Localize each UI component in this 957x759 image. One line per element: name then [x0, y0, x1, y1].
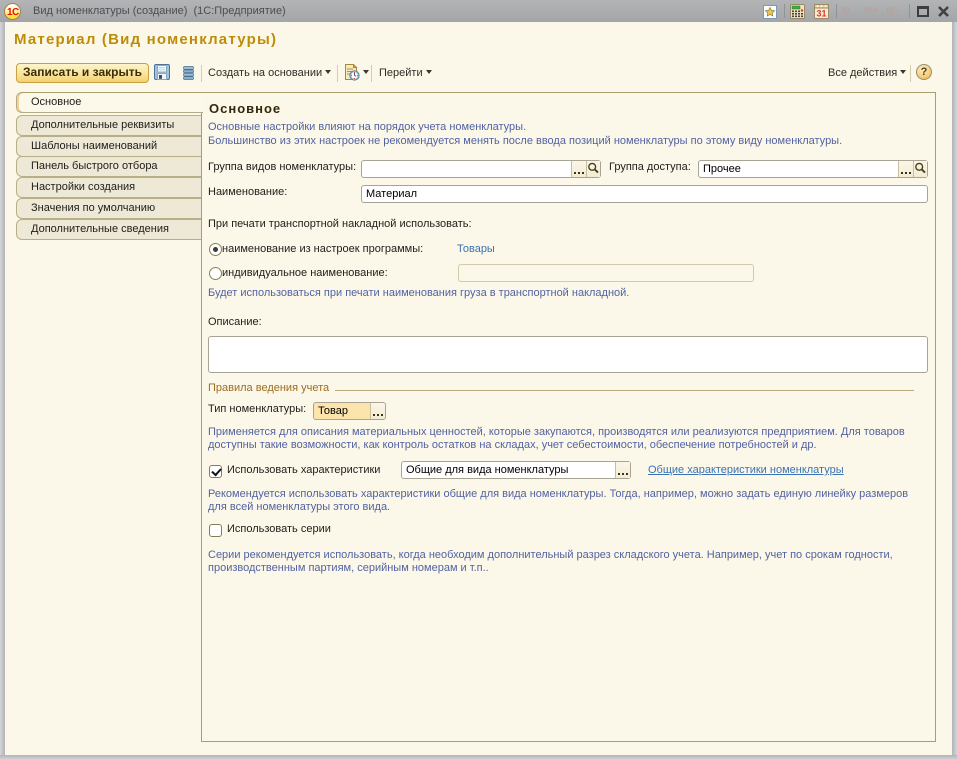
svg-text:31: 31: [816, 9, 826, 19]
